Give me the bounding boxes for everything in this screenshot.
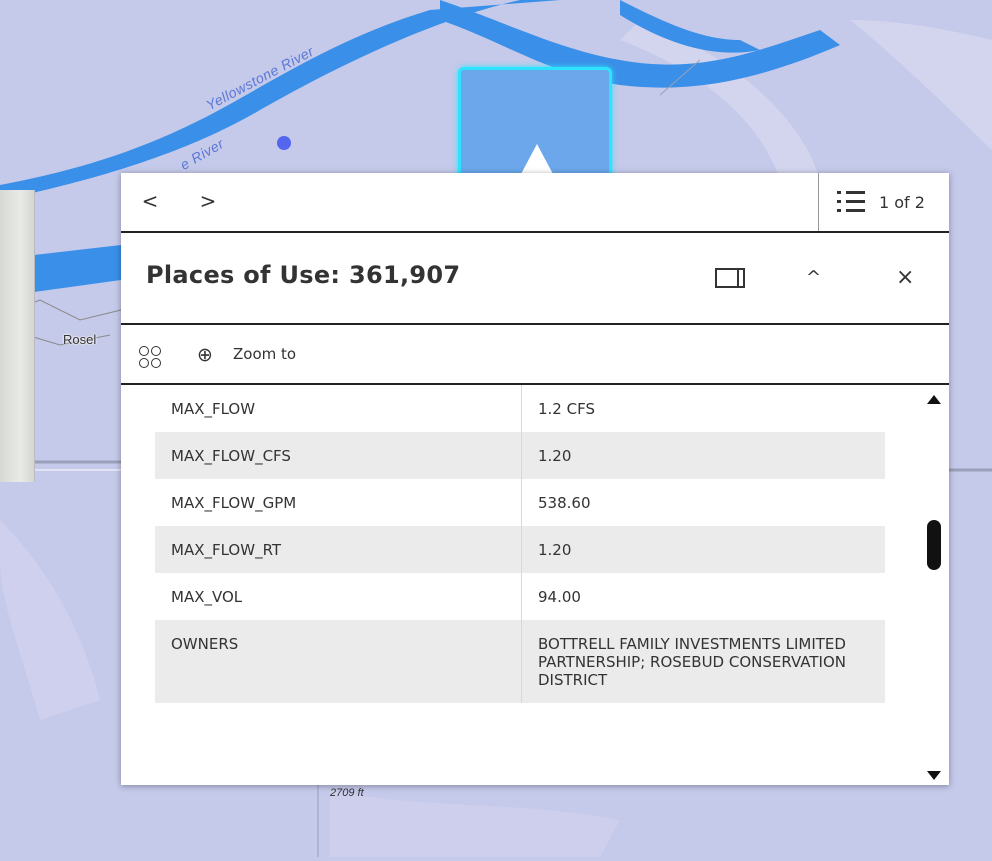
zoom-to-button[interactable]: Zoom to bbox=[233, 345, 296, 363]
scroll-down-arrow[interactable] bbox=[927, 771, 941, 780]
scroll-up-arrow[interactable] bbox=[927, 395, 941, 404]
attribute-value: BOTTRELL FAMILY INVESTMENTS LIMITED PART… bbox=[521, 620, 885, 703]
attribute-name: MAX_FLOW bbox=[155, 385, 522, 432]
basemap-tile-panel bbox=[0, 190, 35, 482]
popup-actions-bar: ⊕ Zoom to bbox=[121, 325, 949, 385]
map-point-marker[interactable] bbox=[277, 136, 291, 150]
attribute-value: 1.20 bbox=[521, 432, 885, 479]
table-row: MAX_FLOW_CFS 1.20 bbox=[155, 432, 885, 479]
table-row: OWNERS BOTTRELL FAMILY INVESTMENTS LIMITE… bbox=[155, 620, 885, 703]
feature-count-text: 1 of 2 bbox=[879, 192, 925, 212]
attribute-table: MAX_FLOW 1.2 CFS MAX_FLOW_CFS 1.20 MAX_FLOW_… bbox=[155, 385, 885, 703]
table-row: MAX_VOL 94.00 bbox=[155, 573, 885, 620]
scrollbar-thumb[interactable] bbox=[927, 520, 941, 570]
zoom-in-icon[interactable]: ⊕ bbox=[197, 344, 213, 366]
previous-feature-button[interactable]: < bbox=[137, 189, 163, 215]
close-button[interactable]: × bbox=[896, 265, 914, 290]
attribute-name: OWNERS bbox=[155, 620, 522, 703]
attribute-name: MAX_FLOW_CFS bbox=[155, 432, 522, 479]
next-feature-button[interactable]: > bbox=[195, 189, 221, 215]
attribute-name: MAX_VOL bbox=[155, 573, 522, 620]
more-actions-icon[interactable] bbox=[139, 346, 161, 368]
collapse-button[interactable]: ^ bbox=[806, 267, 821, 288]
dock-button[interactable] bbox=[715, 268, 745, 288]
attribute-table-container[interactable]: MAX_FLOW 1.2 CFS MAX_FLOW_CFS 1.20 MAX_FLOW_… bbox=[121, 385, 949, 785]
feature-list-toggle[interactable]: 1 of 2 bbox=[818, 173, 950, 231]
attribute-name: MAX_FLOW_GPM bbox=[155, 479, 522, 526]
popup-header: Places of Use: 361,907 ^ × bbox=[121, 233, 949, 325]
attribute-value: 538.60 bbox=[538, 494, 591, 512]
elevation-label: 2709 ft bbox=[330, 787, 364, 799]
feature-popup: < > 1 of 2 Places of Use: 361,907 ^ × ⊕ … bbox=[121, 173, 949, 785]
popup-pointer bbox=[521, 144, 553, 174]
attribute-value: 1.20 bbox=[521, 526, 885, 573]
table-row: MAX_FLOW_RT 1.20 bbox=[155, 526, 885, 573]
popup-pager: < > 1 of 2 bbox=[121, 173, 949, 233]
table-row: MAX_FLOW_GPM 538.60 bbox=[155, 479, 885, 526]
list-icon bbox=[837, 191, 865, 213]
attribute-name: MAX_FLOW_RT bbox=[155, 526, 522, 573]
attribute-value: 94.00 bbox=[538, 588, 581, 606]
table-row: MAX_FLOW 1.2 CFS bbox=[155, 385, 885, 432]
attribute-value: 1.2 CFS bbox=[538, 400, 595, 418]
popup-title: Places of Use: 361,907 bbox=[146, 261, 461, 289]
town-label: Rosel bbox=[63, 332, 97, 347]
